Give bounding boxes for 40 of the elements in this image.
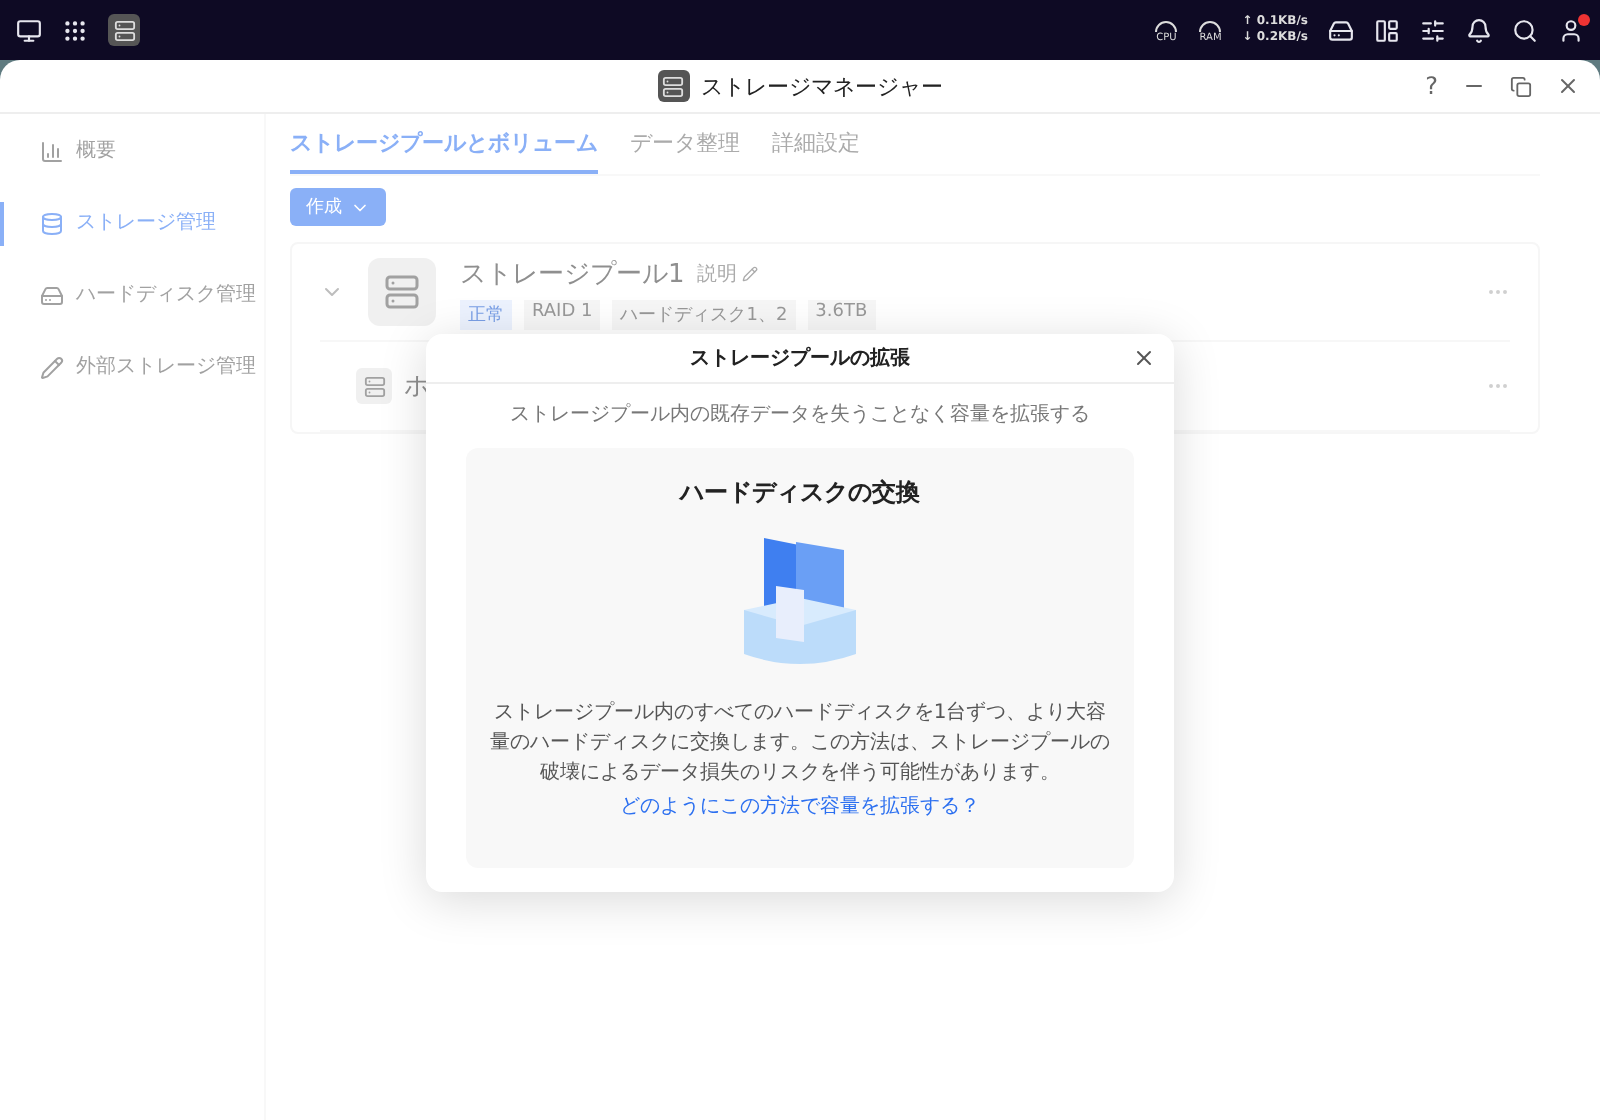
close-icon[interactable] xyxy=(1556,74,1580,98)
overview-icon xyxy=(40,138,64,166)
storage-app-icon[interactable] xyxy=(108,14,140,46)
window-title: ストレージマネージャー xyxy=(701,71,943,101)
pool-name: ストレージプール1 xyxy=(460,257,685,291)
close-icon[interactable] xyxy=(1132,346,1156,370)
sidebar-item[interactable]: ハードディスク管理 xyxy=(0,274,280,318)
monitor-icon[interactable] xyxy=(16,17,42,43)
storage-icon xyxy=(40,210,64,238)
pencil-icon xyxy=(742,265,759,281)
pool-icon xyxy=(368,258,436,326)
volume-icon xyxy=(356,368,392,404)
sidebar-item[interactable]: 概要 xyxy=(0,130,280,174)
restore-icon[interactable] xyxy=(1510,75,1532,97)
apps-grid-icon[interactable] xyxy=(62,17,88,43)
dialog-subtitle: ストレージプール内の既存データを失うことなく容量を拡張する xyxy=(508,401,1092,430)
description-link[interactable]: 説明 xyxy=(696,259,759,287)
search-icon[interactable] xyxy=(1512,17,1538,43)
sidebar-item[interactable]: 外部ストレージ管理 xyxy=(0,346,280,390)
drive-icon[interactable] xyxy=(1328,17,1354,43)
sidebar-item[interactable]: ストレージ管理 xyxy=(0,202,280,246)
user-icon[interactable] xyxy=(1558,17,1584,43)
pool-tag: 3.6TB xyxy=(807,299,876,329)
create-button[interactable]: 作成 xyxy=(290,188,386,226)
dialog-title: ストレージプールの拡張 xyxy=(688,344,912,372)
bell-icon[interactable] xyxy=(1466,17,1492,43)
option-description: ストレージプール内のすべてのハードディスクを1台ずつ、より大容量のハードディスクに交換します。この方法は、ストレージプールの破壊によるデータ損失のリスクを伴う可能性があります。 xyxy=(488,699,1112,788)
pool-tag: RAID 1 xyxy=(524,299,601,329)
tab[interactable]: ストレージプールとボリューム xyxy=(290,115,598,173)
sliders-icon[interactable] xyxy=(1420,17,1446,43)
tab[interactable]: 詳細設定 xyxy=(772,115,860,173)
option-title: ハードディスクの交換 xyxy=(680,476,920,510)
panel-icon[interactable] xyxy=(1374,17,1400,43)
storage-app-icon xyxy=(657,70,689,102)
help-button[interactable]: ? xyxy=(1425,72,1438,100)
tab[interactable]: データ整理 xyxy=(630,115,740,173)
pool-tag: ハードディスク1、2 xyxy=(612,299,796,329)
external-icon xyxy=(40,354,64,382)
status-tag: 正常 xyxy=(460,299,512,329)
help-link[interactable]: どのようにこの方法で容量を拡張する？ xyxy=(620,792,980,820)
